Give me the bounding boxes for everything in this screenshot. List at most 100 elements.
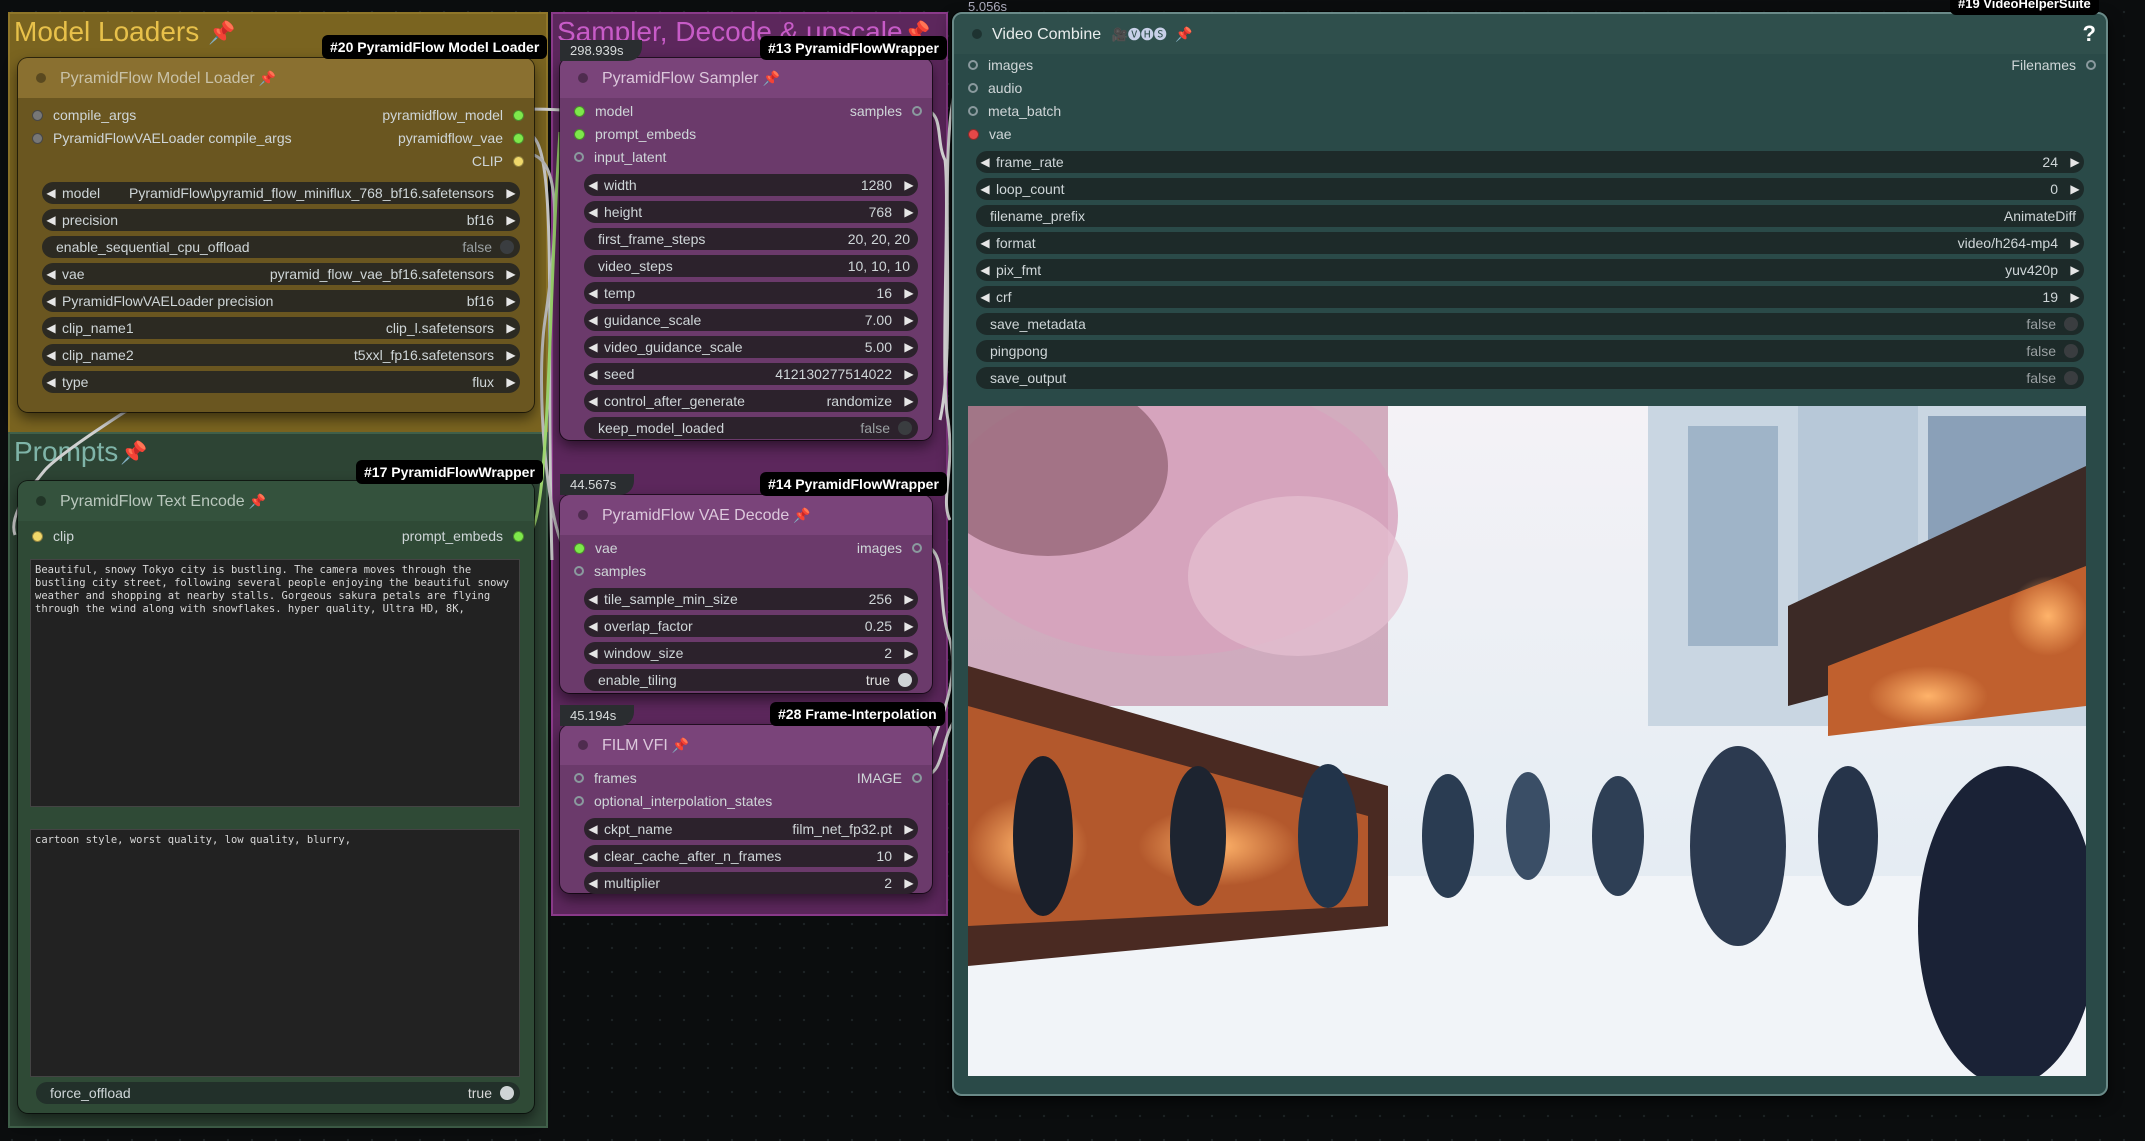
video-guidance-scale-number[interactable]: ◀ video_guidance_scale 5.00 ▶	[584, 336, 918, 358]
arrow-right-icon[interactable]: ▶	[502, 321, 520, 335]
arrow-right-icon[interactable]: ▶	[502, 348, 520, 362]
format-combo[interactable]: ◀ format video/h264-mp4 ▶	[976, 232, 2084, 254]
arrow-left-icon[interactable]: ◀	[584, 205, 602, 219]
arrow-right-icon[interactable]: ▶	[502, 267, 520, 281]
control-after-generate-combo[interactable]: ◀ control_after_generate randomize ▶	[584, 390, 918, 412]
arrow-right-icon[interactable]: ▶	[900, 178, 918, 192]
video-combine-node[interactable]: Video Combine 🎥🅥🅗🅢 📌 ? images Filenames …	[952, 12, 2108, 1096]
model-combo[interactable]: ◀ model PyramidFlow\pyramid_flow_miniflux_…	[42, 182, 520, 204]
arrow-right-icon[interactable]: ▶	[502, 375, 520, 389]
clear-cache-number[interactable]: ◀ clear_cache_after_n_frames 10 ▶	[584, 845, 918, 867]
input-slot-icon[interactable]	[968, 60, 978, 70]
node-title[interactable]: FILM VFI 📌	[560, 725, 932, 765]
arrow-right-icon[interactable]: ▶	[502, 294, 520, 308]
arrow-left-icon[interactable]: ◀	[584, 340, 602, 354]
arrow-right-icon[interactable]: ▶	[502, 186, 520, 200]
arrow-left-icon[interactable]: ◀	[976, 155, 994, 169]
node-title[interactable]: PyramidFlow Text Encode 📌	[18, 481, 534, 521]
save-output-toggle[interactable]: save_output false	[976, 367, 2084, 389]
arrow-left-icon[interactable]: ◀	[976, 182, 994, 196]
help-icon[interactable]: ?	[2083, 14, 2096, 54]
arrow-right-icon[interactable]: ▶	[2066, 236, 2084, 250]
output-slot-icon[interactable]	[513, 155, 524, 167]
arrow-right-icon[interactable]: ▶	[900, 340, 918, 354]
keep-model-loaded-toggle[interactable]: keep_model_loaded false	[584, 417, 918, 439]
multiplier-number[interactable]: ◀ multiplier 2 ▶	[584, 872, 918, 894]
filename-prefix-field[interactable]: filename_prefix AnimateDiff	[976, 205, 2084, 227]
clip-name1-combo[interactable]: ◀ clip_name1 clip_l.safetensors ▶	[42, 317, 520, 339]
ckpt-name-combo[interactable]: ◀ ckpt_name film_net_fp32.pt ▶	[584, 818, 918, 840]
output-slot-icon[interactable]	[513, 109, 524, 121]
sequential-offload-toggle[interactable]: enable_sequential_cpu_offload false	[42, 236, 520, 258]
arrow-left-icon[interactable]: ◀	[584, 592, 602, 606]
arrow-right-icon[interactable]: ▶	[900, 849, 918, 863]
input-slot-icon[interactable]	[32, 530, 43, 542]
arrow-right-icon[interactable]: ▶	[900, 367, 918, 381]
input-slot-icon[interactable]	[574, 152, 584, 162]
arrow-left-icon[interactable]: ◀	[42, 213, 60, 227]
input-slot-icon[interactable]	[574, 796, 584, 806]
node-title[interactable]: PyramidFlow Model Loader 📌	[18, 58, 534, 98]
arrow-left-icon[interactable]: ◀	[584, 619, 602, 633]
output-slot-icon[interactable]	[912, 773, 922, 783]
pyramidflow-text-encode-node[interactable]: PyramidFlow Text Encode 📌 clip prompt_emb…	[18, 481, 534, 1113]
loop-count-number[interactable]: ◀ loop_count 0 ▶	[976, 178, 2084, 200]
node-title[interactable]: PyramidFlow Sampler 📌	[560, 58, 932, 98]
input-slot-icon[interactable]	[574, 128, 585, 140]
pyramidflow-sampler-node[interactable]: PyramidFlow Sampler 📌 model samples promp…	[560, 58, 932, 440]
output-slot-icon[interactable]	[912, 106, 922, 116]
arrow-right-icon[interactable]: ▶	[2066, 263, 2084, 277]
arrow-left-icon[interactable]: ◀	[42, 375, 60, 389]
type-combo[interactable]: ◀ type flux ▶	[42, 371, 520, 393]
arrow-right-icon[interactable]: ▶	[900, 822, 918, 836]
arrow-left-icon[interactable]: ◀	[584, 646, 602, 660]
arrow-right-icon[interactable]: ▶	[2066, 290, 2084, 304]
arrow-left-icon[interactable]: ◀	[584, 178, 602, 192]
arrow-left-icon[interactable]: ◀	[584, 849, 602, 863]
vae-precision-combo[interactable]: ◀ PyramidFlowVAELoader precision bf16 ▶	[42, 290, 520, 312]
arrow-right-icon[interactable]: ▶	[2066, 155, 2084, 169]
overlap-factor-number[interactable]: ◀ overlap_factor 0.25 ▶	[584, 615, 918, 637]
node-title[interactable]: Video Combine 🎥🅥🅗🅢 📌 ?	[954, 14, 2106, 54]
arrow-left-icon[interactable]: ◀	[42, 348, 60, 362]
frame-rate-number[interactable]: ◀ frame_rate 24 ▶	[976, 151, 2084, 173]
arrow-left-icon[interactable]: ◀	[584, 876, 602, 890]
height-number[interactable]: ◀ height 768 ▶	[584, 201, 918, 223]
positive-prompt-textarea[interactable]: Beautiful, snowy Tokyo city is bustling.…	[30, 559, 520, 807]
arrow-left-icon[interactable]: ◀	[584, 313, 602, 327]
negative-prompt-textarea[interactable]: cartoon style, worst quality, low qualit…	[30, 829, 520, 1077]
video-preview[interactable]	[968, 406, 2086, 1076]
arrow-left-icon[interactable]: ◀	[584, 286, 602, 300]
crf-number[interactable]: ◀ crf 19 ▶	[976, 286, 2084, 308]
vae-combo[interactable]: ◀ vae pyramid_flow_vae_bf16.safetensors ▶	[42, 263, 520, 285]
arrow-left-icon[interactable]: ◀	[42, 186, 60, 200]
pingpong-toggle[interactable]: pingpong false	[976, 340, 2084, 362]
arrow-right-icon[interactable]: ▶	[900, 646, 918, 660]
arrow-left-icon[interactable]: ◀	[584, 394, 602, 408]
arrow-right-icon[interactable]: ▶	[900, 592, 918, 606]
seed-number[interactable]: ◀ seed 412130277514022 ▶	[584, 363, 918, 385]
arrow-right-icon[interactable]: ▶	[502, 213, 520, 227]
input-slot-icon[interactable]	[32, 109, 43, 121]
arrow-right-icon[interactable]: ▶	[900, 876, 918, 890]
temp-number[interactable]: ◀ temp 16 ▶	[584, 282, 918, 304]
save-metadata-toggle[interactable]: save_metadata false	[976, 313, 2084, 335]
arrow-left-icon[interactable]: ◀	[976, 236, 994, 250]
input-slot-icon[interactable]	[968, 83, 978, 93]
arrow-left-icon[interactable]: ◀	[976, 263, 994, 277]
pyramidflow-model-loader-node[interactable]: PyramidFlow Model Loader 📌 compile_args p…	[18, 58, 534, 412]
arrow-left-icon[interactable]: ◀	[976, 290, 994, 304]
arrow-left-icon[interactable]: ◀	[42, 294, 60, 308]
node-title[interactable]: PyramidFlow VAE Decode 📌	[560, 495, 932, 535]
arrow-right-icon[interactable]: ▶	[2066, 182, 2084, 196]
output-slot-icon[interactable]	[912, 543, 922, 553]
arrow-left-icon[interactable]: ◀	[584, 822, 602, 836]
arrow-left-icon[interactable]: ◀	[42, 267, 60, 281]
precision-combo[interactable]: ◀ precision bf16 ▶	[42, 209, 520, 231]
arrow-right-icon[interactable]: ▶	[900, 205, 918, 219]
pyramidflow-vae-decode-node[interactable]: PyramidFlow VAE Decode 📌 vae images sampl…	[560, 495, 932, 693]
window-size-number[interactable]: ◀ window_size 2 ▶	[584, 642, 918, 664]
input-slot-icon[interactable]	[32, 132, 43, 144]
film-vfi-node[interactable]: FILM VFI 📌 frames IMAGE optional_interpol…	[560, 725, 932, 894]
force-offload-toggle[interactable]: force_offload true	[36, 1082, 520, 1104]
